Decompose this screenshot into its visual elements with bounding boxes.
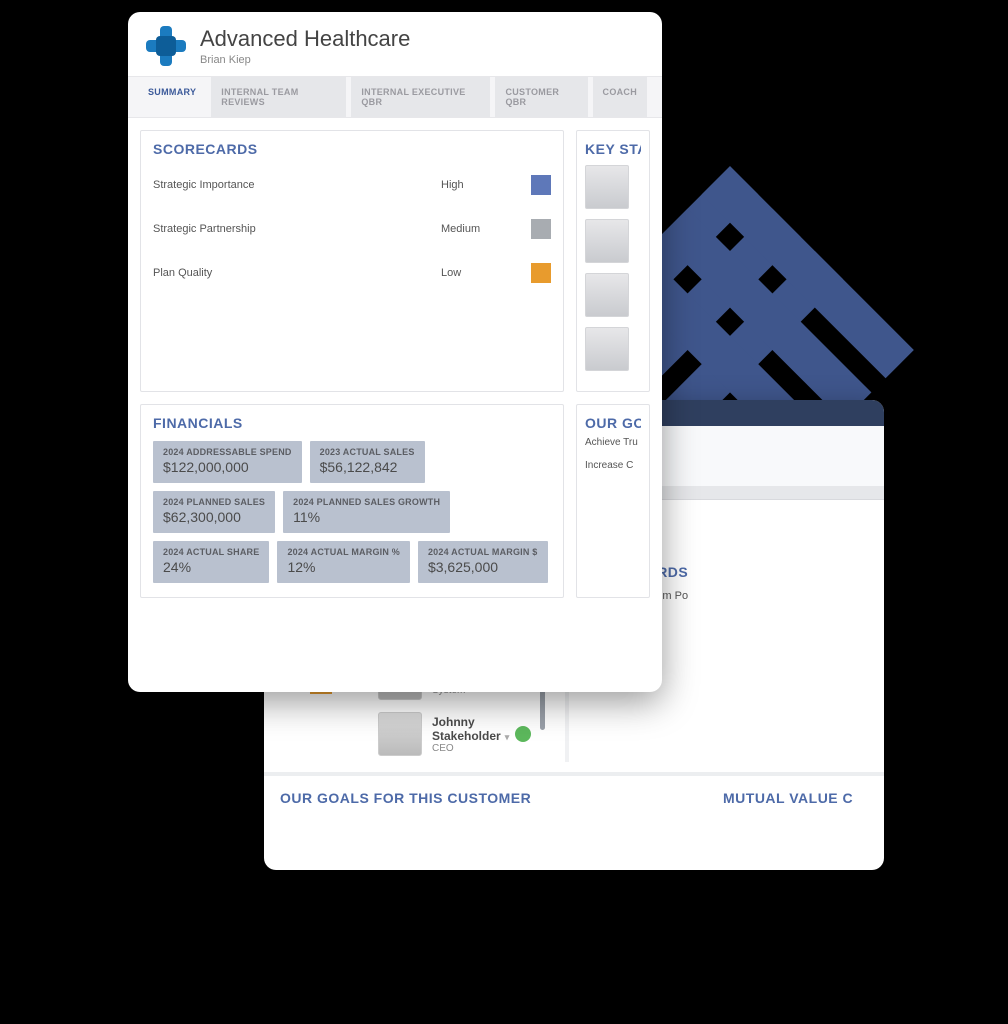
chip-label: 2024 PLANNED SALES [163, 497, 265, 507]
scorecard-row: Strategic Partnership Medium [153, 207, 551, 251]
tab-internal-exec-qbr[interactable]: INTERNAL EXECUTIVE QBR [351, 77, 490, 117]
scorecard-row: Strategic Importance High [153, 163, 551, 207]
scorecard-color-swatch [531, 263, 551, 283]
avatar[interactable] [585, 219, 629, 263]
tab-coach[interactable]: COACH [593, 77, 648, 117]
chip-label: 2023 ACTUAL SALES [320, 447, 415, 457]
scorecard-color-swatch [531, 175, 551, 195]
our-goals-panel: OUR GOA Achieve Tru Increase C [576, 404, 650, 598]
back-mutual-title: MUTUAL VALUE C [723, 790, 868, 806]
scorecard-row: Plan Quality Low [153, 251, 551, 295]
financials-title: FINANCIALS [153, 415, 551, 431]
financial-chip: 2024 ACTUAL MARGIN $ $3,625,000 [418, 541, 548, 583]
chip-value: 11% [293, 509, 440, 525]
financial-chip: 2024 ACTUAL MARGIN % 12% [277, 541, 410, 583]
chip-label: 2024 ACTUAL MARGIN $ [428, 547, 538, 557]
chip-value: $56,122,842 [320, 459, 415, 475]
tab-summary[interactable]: SUMMARY [138, 77, 206, 117]
tab-strip: SUMMARY INTERNAL TEAM REVIEWS INTERNAL E… [128, 76, 662, 118]
account-title: Advanced Healthcare [200, 26, 410, 52]
scorecard-label: Plan Quality [153, 267, 441, 279]
tab-customer-qbr[interactable]: CUSTOMER QBR [495, 77, 587, 117]
scorecards-panel: SCORECARDS Strategic Importance High Str… [140, 130, 564, 392]
scorecard-label: Strategic Importance [153, 179, 441, 191]
goal-item[interactable]: Achieve Tru [585, 431, 641, 454]
avatar [378, 712, 422, 756]
avatar[interactable] [585, 327, 629, 371]
scorecard-value: Low [441, 267, 531, 279]
financial-chip: 2024 PLANNED SALES $62,300,000 [153, 491, 275, 533]
stakeholder-row[interactable]: Johnny Stakeholder ▾ CEO [374, 706, 549, 762]
goal-item[interactable]: Increase C [585, 454, 641, 477]
scorecard-value: High [441, 179, 531, 191]
chip-label: 2024 ADDRESSABLE SPEND [163, 447, 292, 457]
chip-value: $62,300,000 [163, 509, 265, 525]
financials-panel: FINANCIALS 2024 ADDRESSABLE SPEND $122,0… [140, 404, 564, 598]
chip-label: 2024 PLANNED SALES GROWTH [293, 497, 440, 507]
scorecard-label: Strategic Partnership [153, 223, 441, 235]
stakeholder-role: CEO [432, 743, 545, 754]
our-goals-title: OUR GOA [585, 415, 641, 431]
financial-chip: 2024 ADDRESSABLE SPEND $122,000,000 [153, 441, 302, 483]
chip-label: 2024 ACTUAL SHARE [163, 547, 259, 557]
chip-label: 2024 ACTUAL MARGIN % [287, 547, 400, 557]
stakeholder-name: Johnny Stakeholder [432, 715, 501, 743]
scorecard-color-swatch [531, 219, 551, 239]
avatar[interactable] [585, 273, 629, 317]
financial-chip: 2024 ACTUAL SHARE 24% [153, 541, 269, 583]
scorecards-title: SCORECARDS [153, 141, 551, 157]
scorecard-value: Medium [441, 223, 531, 235]
back-goals-title: OUR GOALS FOR THIS CUSTOMER [280, 790, 705, 806]
key-stakeholders-panel: KEY STA [576, 130, 650, 392]
status-ok-icon [515, 726, 531, 742]
financial-chip: 2024 PLANNED SALES GROWTH 11% [283, 491, 450, 533]
chip-value: $122,000,000 [163, 459, 292, 475]
chip-value: 12% [287, 559, 400, 575]
tab-internal-team[interactable]: INTERNAL TEAM REVIEWS [211, 77, 346, 117]
account-logo-icon [146, 26, 186, 66]
chip-value: 24% [163, 559, 259, 575]
chip-value: $3,625,000 [428, 559, 538, 575]
account-summary-card: Advanced Healthcare Brian Kiep SUMMARY I… [128, 12, 662, 692]
chevron-down-icon: ▾ [505, 732, 510, 742]
account-owner: Brian Kiep [200, 54, 410, 66]
key-stakeholders-title: KEY STA [585, 141, 641, 157]
avatar[interactable] [585, 165, 629, 209]
financial-chip: 2023 ACTUAL SALES $56,122,842 [310, 441, 425, 483]
